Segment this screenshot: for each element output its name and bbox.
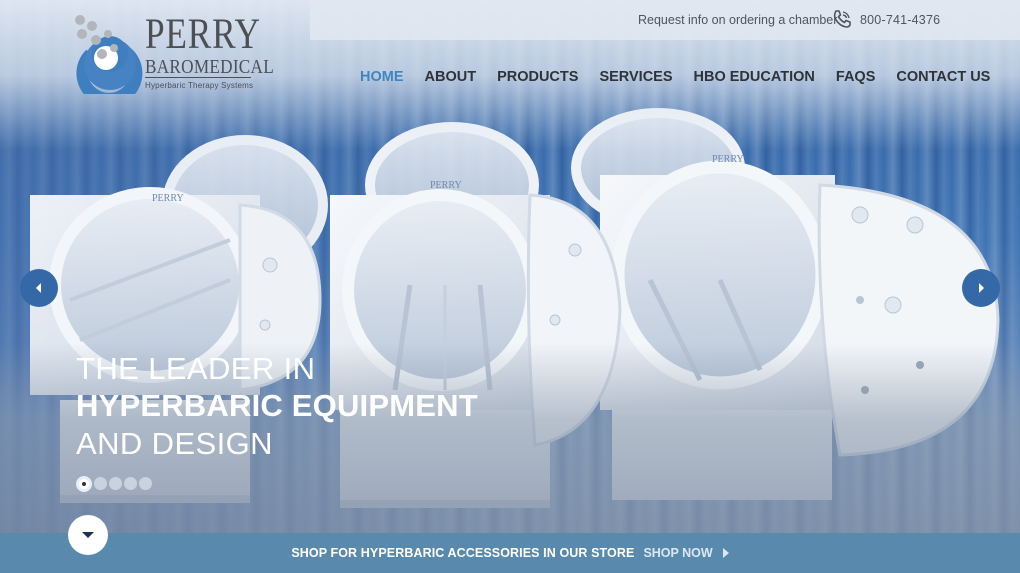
headline-line-2: HYPERBARIC EQUIPMENT — [76, 388, 478, 423]
slide-dot-1[interactable] — [76, 476, 92, 492]
chevron-down-icon — [82, 532, 94, 538]
shop-banner-text: SHOP FOR HYPERBARIC ACCESSORIES IN OUR S… — [291, 546, 635, 560]
nav-contact-us[interactable]: CONTACT US — [896, 69, 990, 85]
shop-banner: SHOP FOR HYPERBARIC ACCESSORIES IN OUR S… — [0, 533, 1020, 573]
svg-text:PERRY: PERRY — [712, 154, 744, 165]
svg-text:PERRY: PERRY — [152, 193, 184, 204]
utility-bar: Request info on ordering a chamber 800-7… — [310, 0, 1020, 40]
logo-mark-icon — [75, 15, 143, 94]
slider-prev-button[interactable] — [20, 269, 58, 307]
nav-about[interactable]: ABOUT — [425, 69, 477, 85]
shop-now-label: SHOP NOW — [643, 546, 713, 560]
shop-now-link[interactable]: SHOP NOW — [643, 546, 729, 560]
nav-services[interactable]: SERVICES — [599, 69, 672, 85]
slider-pagination — [76, 476, 152, 492]
headline-line-3: AND DESIGN — [76, 426, 273, 461]
svg-text:PERRY: PERRY — [430, 180, 462, 191]
nav-hbo-education[interactable]: HBO EDUCATION — [694, 69, 815, 85]
request-info-link[interactable]: Request info on ordering a chamber — [638, 13, 837, 27]
nav-home[interactable]: HOME — [360, 69, 404, 85]
chevron-left-icon — [36, 283, 41, 293]
hero-headline: THE LEADER IN HYPERBARIC EQUIPMENT AND D… — [76, 350, 478, 462]
nav-products[interactable]: PRODUCTS — [497, 69, 578, 85]
chevron-right-icon — [979, 283, 984, 293]
slide-dot-5[interactable] — [139, 477, 152, 490]
perry-baromedical-logo[interactable]: PERRY BAROMEDICAL Hyperbaric Therapy Sys… — [72, 13, 274, 94]
slide-dot-3[interactable] — [109, 477, 122, 490]
nav-faqs[interactable]: FAQS — [836, 69, 875, 85]
slide-dot-2[interactable] — [94, 477, 107, 490]
slide-dot-4[interactable] — [124, 477, 137, 490]
main-nav: HOME ABOUT PRODUCTS SERVICES HBO EDUCATI… — [360, 69, 990, 85]
caret-right-icon — [722, 548, 729, 558]
scroll-down-button[interactable] — [68, 515, 108, 555]
phone-number-link[interactable]: 800-741-4376 — [860, 13, 940, 27]
slider-next-button[interactable] — [962, 269, 1000, 307]
headline-line-1: THE LEADER IN — [76, 351, 316, 386]
phone-icon — [833, 10, 851, 28]
